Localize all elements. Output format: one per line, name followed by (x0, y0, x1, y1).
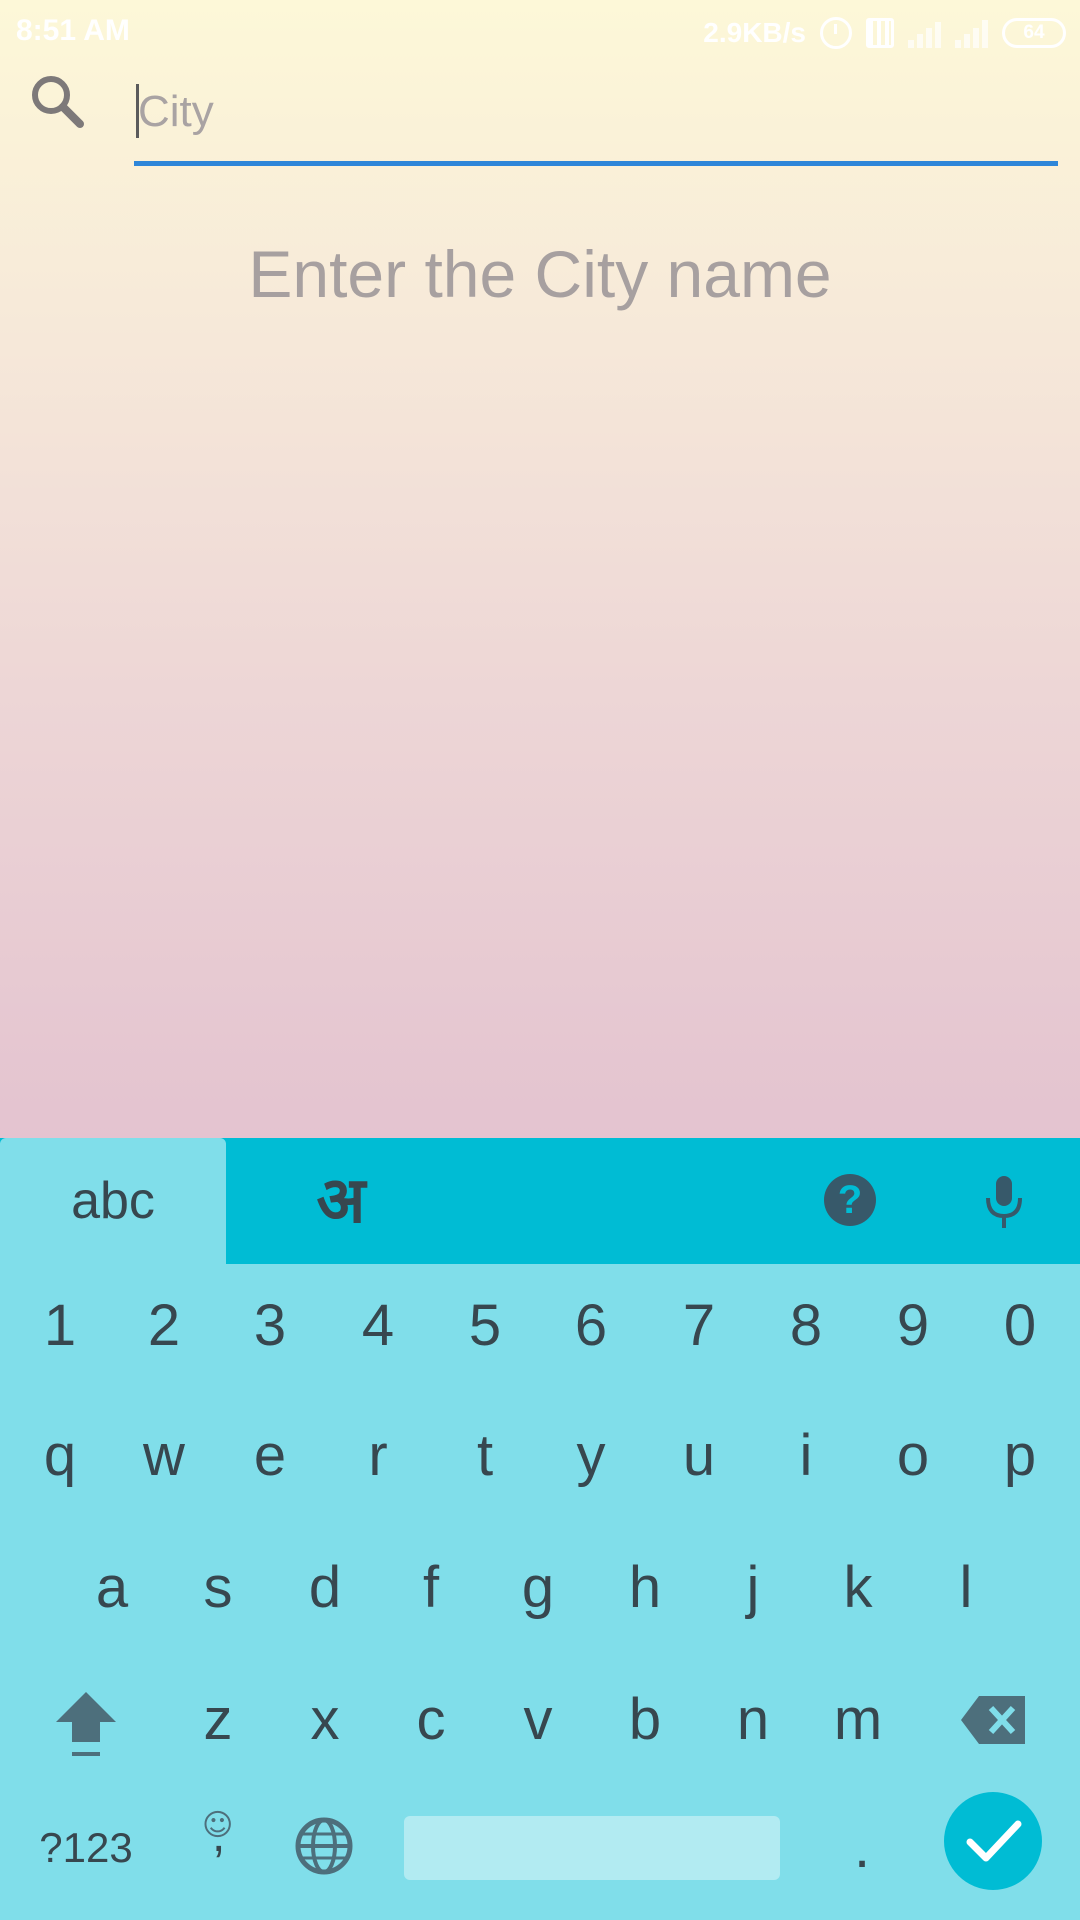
key-5[interactable]: 5 (445, 1286, 525, 1366)
key-a[interactable]: a (72, 1548, 152, 1628)
period-key[interactable]: . (842, 1808, 882, 1888)
key-3[interactable]: 3 (230, 1286, 310, 1366)
key-0[interactable]: 0 (980, 1286, 1060, 1366)
key-k[interactable]: k (818, 1548, 898, 1628)
key-2[interactable]: 2 (124, 1286, 204, 1366)
signal-icon (955, 18, 988, 48)
key-4[interactable]: 4 (338, 1286, 418, 1366)
key-1[interactable]: 1 (20, 1286, 100, 1366)
key-m[interactable]: m (818, 1680, 898, 1760)
screen: 8:51 AM 2.9KB/s 64 Enter the City name a… (0, 0, 1080, 1920)
key-b[interactable]: b (605, 1680, 685, 1760)
key-l[interactable]: l (926, 1548, 1006, 1628)
space-key[interactable] (404, 1816, 780, 1880)
key-o[interactable]: o (873, 1416, 953, 1496)
text-caret (136, 84, 139, 138)
key-i[interactable]: i (766, 1416, 846, 1496)
mic-icon[interactable] (982, 1174, 1026, 1230)
key-f[interactable]: f (391, 1548, 471, 1628)
backspace-icon (961, 1696, 1025, 1744)
backspace-key[interactable] (954, 1680, 1034, 1760)
checkmark-icon (966, 1820, 1022, 1862)
key-8[interactable]: 8 (766, 1286, 846, 1366)
keyboard-tab-hindi[interactable]: अ (296, 1138, 386, 1264)
key-z[interactable]: z (178, 1680, 258, 1760)
key-6[interactable]: 6 (551, 1286, 631, 1366)
help-icon[interactable]: ? (824, 1174, 876, 1226)
emoji-comma-key[interactable]: ☺ , (198, 1808, 242, 1888)
symbols-key[interactable]: ?123 (36, 1808, 136, 1888)
globe-icon (295, 1817, 353, 1875)
comma-label: , (212, 1809, 226, 1862)
status-bar: 8:51 AM 2.9KB/s 64 (0, 0, 1080, 66)
search-field[interactable] (134, 70, 1058, 166)
soft-keyboard: abc अ ? (0, 1138, 1080, 1920)
signal-4g-icon (908, 18, 941, 48)
search-icon[interactable] (28, 72, 88, 132)
status-time: 8:51 AM (16, 14, 130, 47)
alarm-icon (820, 17, 852, 49)
key-v[interactable]: v (498, 1680, 578, 1760)
key-h[interactable]: h (605, 1548, 685, 1628)
key-s[interactable]: s (178, 1548, 258, 1628)
status-icons: 2.9KB/s 64 (703, 12, 1066, 54)
key-y[interactable]: y (551, 1416, 631, 1496)
key-n[interactable]: n (713, 1680, 793, 1760)
key-x[interactable]: x (285, 1680, 365, 1760)
key-q[interactable]: q (20, 1416, 100, 1496)
key-t[interactable]: t (445, 1416, 525, 1496)
empty-state-prompt: Enter the City name (248, 237, 832, 311)
key-7[interactable]: 7 (659, 1286, 739, 1366)
keyboard-tab-abc[interactable]: abc (0, 1138, 226, 1264)
key-9[interactable]: 9 (873, 1286, 953, 1366)
enter-button[interactable] (944, 1792, 1042, 1890)
key-r[interactable]: r (338, 1416, 418, 1496)
key-w[interactable]: w (124, 1416, 204, 1496)
key-p[interactable]: p (980, 1416, 1060, 1496)
shift-key[interactable] (46, 1680, 126, 1760)
battery-icon: 64 (1002, 18, 1066, 48)
key-u[interactable]: u (659, 1416, 739, 1496)
key-d[interactable]: d (285, 1548, 365, 1628)
shift-icon (56, 1692, 116, 1756)
key-c[interactable]: c (391, 1680, 471, 1760)
language-key[interactable] (292, 1806, 356, 1886)
key-e[interactable]: e (230, 1416, 310, 1496)
keyboard-toolbar: abc अ ? (0, 1138, 1080, 1264)
key-j[interactable]: j (713, 1548, 793, 1628)
key-g[interactable]: g (498, 1548, 578, 1628)
sim-icon (866, 18, 894, 48)
network-speed: 2.9KB/s (703, 17, 806, 48)
city-search-input[interactable] (134, 82, 1038, 142)
